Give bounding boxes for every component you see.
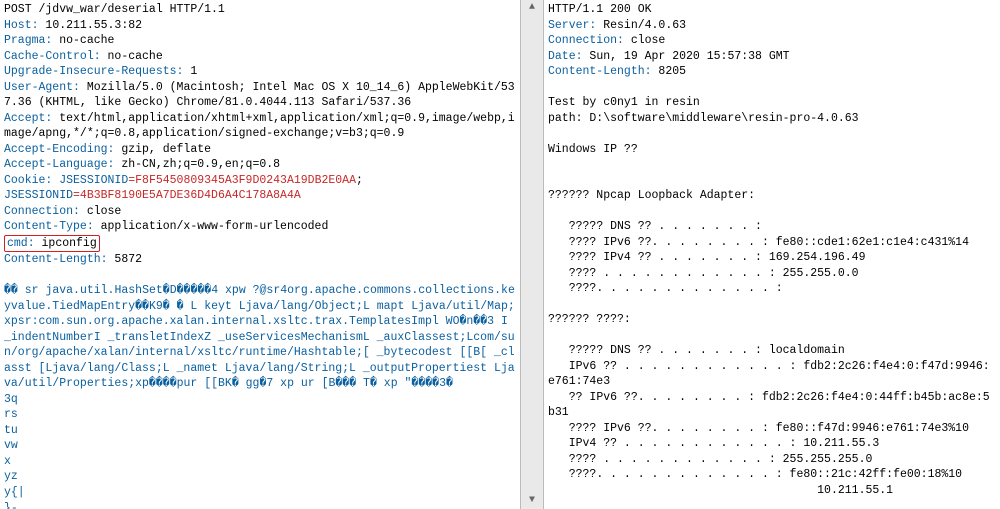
response-text[interactable]: HTTP/1.1 200 OKServer: Resin/4.0.63 Conn… <box>544 0 1000 509</box>
hdr-upgrade-insecure: Upgrade-Insecure-Requests: 1 <box>4 65 197 78</box>
hdr-cmd-highlighted: cmd: ipconfig <box>4 235 100 253</box>
scroll-up-icon[interactable]: ▲ <box>526 2 538 14</box>
hdr-cache-control: Cache-Control: no-cache <box>4 50 163 63</box>
hdr-accept-encoding: Accept-Encoding: gzip, deflate <box>4 143 211 156</box>
hdr-accept-language: Accept-Language: zh-CN,zh;q=0.9,en;q=0.8 <box>4 158 280 171</box>
request-pane[interactable]: POST /jdvw_war/deserial HTTP/1.1Host: 10… <box>0 0 520 509</box>
resp-hdr-content-length: Content-Length: 8205 <box>548 65 686 78</box>
request-line: POST /jdvw_war/deserial HTTP/1.1 <box>4 2 516 18</box>
hdr-host: Host: 10.211.55.3:82 <box>4 19 142 32</box>
hdr-connection: Connection: close <box>4 205 121 218</box>
request-body-serialized: �� sr java.util.HashSet�D�����4 xpw ?@sr… <box>4 284 515 390</box>
resp-hdr-server: Server: Resin/4.0.63 <box>548 19 686 32</box>
hdr-pragma: Pragma: no-cache <box>4 34 114 47</box>
hdr-user-agent: User-Agent: Mozilla/5.0 (Macintosh; Inte… <box>4 81 515 110</box>
request-text[interactable]: POST /jdvw_war/deserial HTTP/1.1Host: 10… <box>0 0 520 509</box>
resp-hdr-connection: Connection: close <box>548 34 665 47</box>
response-pane[interactable]: HTTP/1.1 200 OKServer: Resin/4.0.63 Conn… <box>544 0 1000 509</box>
hdr-cookie: Cookie: JSESSIONID=F8F5450809345A3F9D024… <box>4 174 370 203</box>
http-split-view: POST /jdvw_war/deserial HTTP/1.1Host: 10… <box>0 0 1000 509</box>
vertical-scrollbar[interactable]: ▲ ▼ <box>520 0 544 509</box>
hdr-content-length: Content-Length: 5872 <box>4 253 142 266</box>
status-line: HTTP/1.1 200 OK <box>548 2 996 18</box>
hdr-content-type: Content-Type: application/x-www-form-url… <box>4 220 328 233</box>
scroll-down-icon[interactable]: ▼ <box>526 495 538 507</box>
hdr-accept: Accept: text/html,application/xhtml+xml,… <box>4 112 515 141</box>
response-body: Test by c0ny1 in resin path: D:\software… <box>548 96 990 509</box>
resp-hdr-date: Date: Sun, 19 Apr 2020 15:57:38 GMT <box>548 50 790 63</box>
request-body-trailing: 3q rs tu vw x yz y{| }- }*��� �� �{ �� �… <box>4 393 39 509</box>
